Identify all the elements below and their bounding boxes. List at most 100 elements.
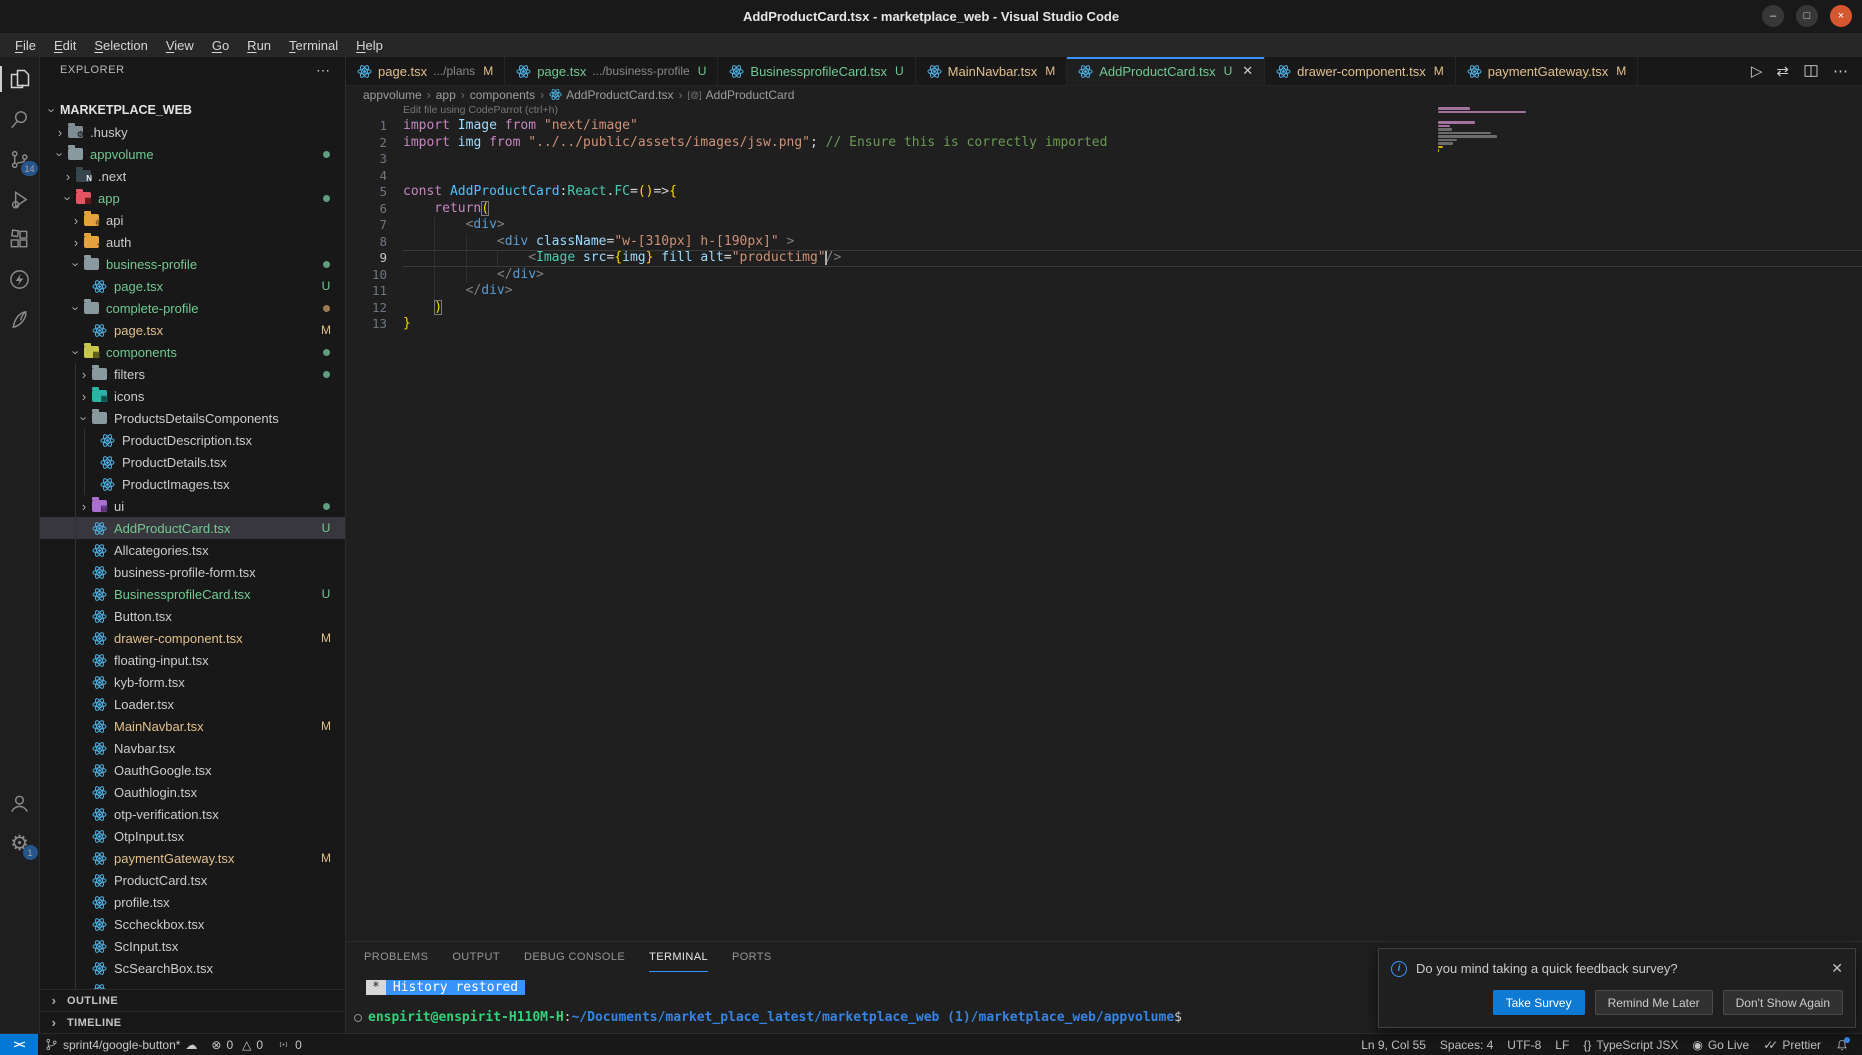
menu-item-view[interactable]: View — [157, 36, 203, 55]
tree-item[interactable]: OtpInput.tsx — [40, 825, 345, 847]
sidebar-section-outline[interactable]: ›OUTLINE — [40, 989, 345, 1011]
menu-item-edit[interactable]: Edit — [45, 36, 85, 55]
menu-item-run[interactable]: Run — [238, 36, 280, 55]
tree-item[interactable]: Sccheckbox.tsx — [40, 913, 345, 935]
status-errors-warnings[interactable]: ⊗0△0 — [204, 1034, 270, 1055]
panel-tab-debug-console[interactable]: DEBUG CONSOLE — [524, 942, 625, 972]
more-actions-icon[interactable]: ⋯ — [316, 62, 331, 79]
toast-button-take-survey[interactable]: Take Survey — [1493, 990, 1585, 1015]
status-eol[interactable]: LF — [1548, 1034, 1576, 1055]
notification-close-icon[interactable]: ✕ — [1831, 960, 1843, 977]
breadcrumb-item[interactable]: app — [436, 88, 456, 102]
tree-item[interactable]: ›business-profile — [40, 253, 345, 275]
menu-item-file[interactable]: File — [6, 36, 45, 55]
menu-item-help[interactable]: Help — [347, 36, 392, 55]
panel-tab-ports[interactable]: PORTS — [732, 942, 772, 972]
status-go-live[interactable]: ◉Go Live — [1685, 1034, 1756, 1055]
tree-item[interactable]: otp-verification.tsx — [40, 803, 345, 825]
tree-item[interactable]: profile.tsx — [40, 891, 345, 913]
code-editor[interactable]: Edit file using CodeParrot (ctrl+h) 1imp… — [346, 103, 1862, 941]
tab-mainnavbar-tsx[interactable]: MainNavbar.tsxM — [916, 57, 1068, 85]
tree-item[interactable]: ›⚙.husky — [40, 121, 345, 143]
tree-item[interactable]: ›▦components — [40, 341, 345, 363]
close-icon[interactable]: × — [1830, 5, 1852, 27]
tree-item[interactable]: BusinessprofileCard.tsxU — [40, 583, 345, 605]
codeparrot-icon[interactable] — [0, 299, 40, 339]
accounts-icon[interactable] — [0, 783, 40, 823]
tree-item[interactable]: ScSearchBox.tsx — [40, 957, 345, 979]
minimap[interactable] — [1438, 107, 1530, 153]
breadcrumb-item[interactable]: appvolume — [363, 88, 422, 102]
tree-item[interactable]: Oauthlogin.tsx — [40, 781, 345, 803]
tree-item[interactable]: ›ProductsDetailsComponents — [40, 407, 345, 429]
tab-businessprofilecard-tsx[interactable]: BusinessprofileCard.tsxU — [718, 57, 915, 85]
tab-close-icon[interactable]: ✕ — [1242, 63, 1253, 79]
source-control-icon[interactable]: 14 — [0, 139, 40, 179]
tree-item[interactable]: ProductCard.tsx — [40, 869, 345, 891]
tab-paymentgateway-tsx[interactable]: paymentGateway.tsxM — [1456, 57, 1638, 85]
toast-button-remind-me-later[interactable]: Remind Me Later — [1595, 990, 1713, 1015]
minimize-icon[interactable]: – — [1762, 5, 1784, 27]
status-encoding[interactable]: UTF-8 — [1500, 1034, 1548, 1055]
tree-item[interactable]: page.tsxM — [40, 319, 345, 341]
tree-item[interactable]: ›appvolume — [40, 143, 345, 165]
status-language-mode[interactable]: {}TypeScript JSX — [1576, 1034, 1685, 1055]
status-git-branch[interactable]: sprint4/google-button*☁ — [38, 1034, 204, 1055]
tree-item[interactable]: ›complete-profile — [40, 297, 345, 319]
open-changes-icon[interactable]: ⇄ — [1776, 62, 1789, 80]
thunder-client-icon[interactable] — [0, 259, 40, 299]
more-actions-icon[interactable]: ⋯ — [1833, 62, 1848, 80]
tab-drawer-component-tsx[interactable]: drawer-component.tsxM — [1265, 57, 1456, 85]
settings-icon[interactable]: ⚙1 — [0, 823, 40, 863]
tree-item[interactable]: ›#api — [40, 209, 345, 231]
tree-item[interactable]: drawer-component.tsxM — [40, 627, 345, 649]
tree-item[interactable]: ›N.next — [40, 165, 345, 187]
tree-item[interactable]: ›▣icons — [40, 385, 345, 407]
sidebar-section-timeline[interactable]: ›TIMELINE — [40, 1011, 345, 1033]
tree-item[interactable]: Allcategories.tsx — [40, 539, 345, 561]
panel-tab-output[interactable]: OUTPUT — [452, 942, 500, 972]
status-broadcast[interactable]: 0 — [270, 1034, 309, 1055]
run-debug-icon[interactable] — [0, 179, 40, 219]
tree-item[interactable]: ›▦app — [40, 187, 345, 209]
menu-item-terminal[interactable]: Terminal — [280, 36, 347, 55]
tree-item[interactable]: Navbar.tsx — [40, 737, 345, 759]
tree-item[interactable]: ScInput.tsx — [40, 935, 345, 957]
tree-item[interactable]: ›filters — [40, 363, 345, 385]
tree-item[interactable]: Button.tsx — [40, 605, 345, 627]
tab-addproductcard-tsx[interactable]: AddProductCard.tsxU✕ — [1067, 57, 1265, 85]
tree-item[interactable]: kyb-form.tsx — [40, 671, 345, 693]
codelens-hint[interactable]: Edit file using CodeParrot (ctrl+h) — [346, 103, 1862, 118]
maximize-icon[interactable]: □ — [1796, 5, 1818, 27]
toast-button-don-t-show-again[interactable]: Don't Show Again — [1723, 990, 1843, 1015]
status-remote-indicator[interactable]: >< — [0, 1034, 38, 1055]
tree-item[interactable]: page.tsxU — [40, 275, 345, 297]
status-indentation[interactable]: Spaces: 4 — [1433, 1034, 1500, 1055]
search-icon[interactable] — [0, 99, 40, 139]
breadcrumb-item[interactable]: components — [470, 88, 535, 102]
tree-item[interactable]: MainNavbar.tsxM — [40, 715, 345, 737]
tab-page-tsx[interactable]: page.tsx.../plansM — [346, 57, 505, 85]
tree-item[interactable]: ProductDetails.tsx — [40, 451, 345, 473]
breadcrumb-item[interactable]: [@]AddProductCard — [688, 88, 795, 102]
tree-item[interactable]: OauthGoogle.tsx — [40, 759, 345, 781]
tree-root[interactable]: ›MARKETPLACE_WEB — [40, 99, 345, 121]
status-cursor-position[interactable]: Ln 9, Col 55 — [1354, 1034, 1433, 1055]
status-prettier[interactable]: ✓✓Prettier — [1756, 1034, 1828, 1055]
tree-item[interactable]: AddProductCard.tsxU — [40, 517, 345, 539]
tree-item[interactable]: ›▪auth — [40, 231, 345, 253]
tree-item[interactable]: ProductDescription.tsx — [40, 429, 345, 451]
panel-tab-terminal[interactable]: TERMINAL — [649, 942, 708, 972]
tree-item[interactable]: floating-input.tsx — [40, 649, 345, 671]
tree-item[interactable] — [40, 979, 345, 989]
tree-item[interactable]: business-profile-form.tsx — [40, 561, 345, 583]
tree-item[interactable]: ›▤ui — [40, 495, 345, 517]
status-notifications-bell[interactable] — [1828, 1034, 1856, 1055]
extensions-icon[interactable] — [0, 219, 40, 259]
tree-item[interactable]: paymentGateway.tsxM — [40, 847, 345, 869]
tree-item[interactable]: ProductImages.tsx — [40, 473, 345, 495]
split-editor-icon[interactable] — [1803, 63, 1819, 79]
breadcrumb-item[interactable]: AddProductCard.tsx — [549, 87, 673, 102]
menu-item-selection[interactable]: Selection — [85, 36, 156, 55]
tree-item[interactable]: Loader.tsx — [40, 693, 345, 715]
